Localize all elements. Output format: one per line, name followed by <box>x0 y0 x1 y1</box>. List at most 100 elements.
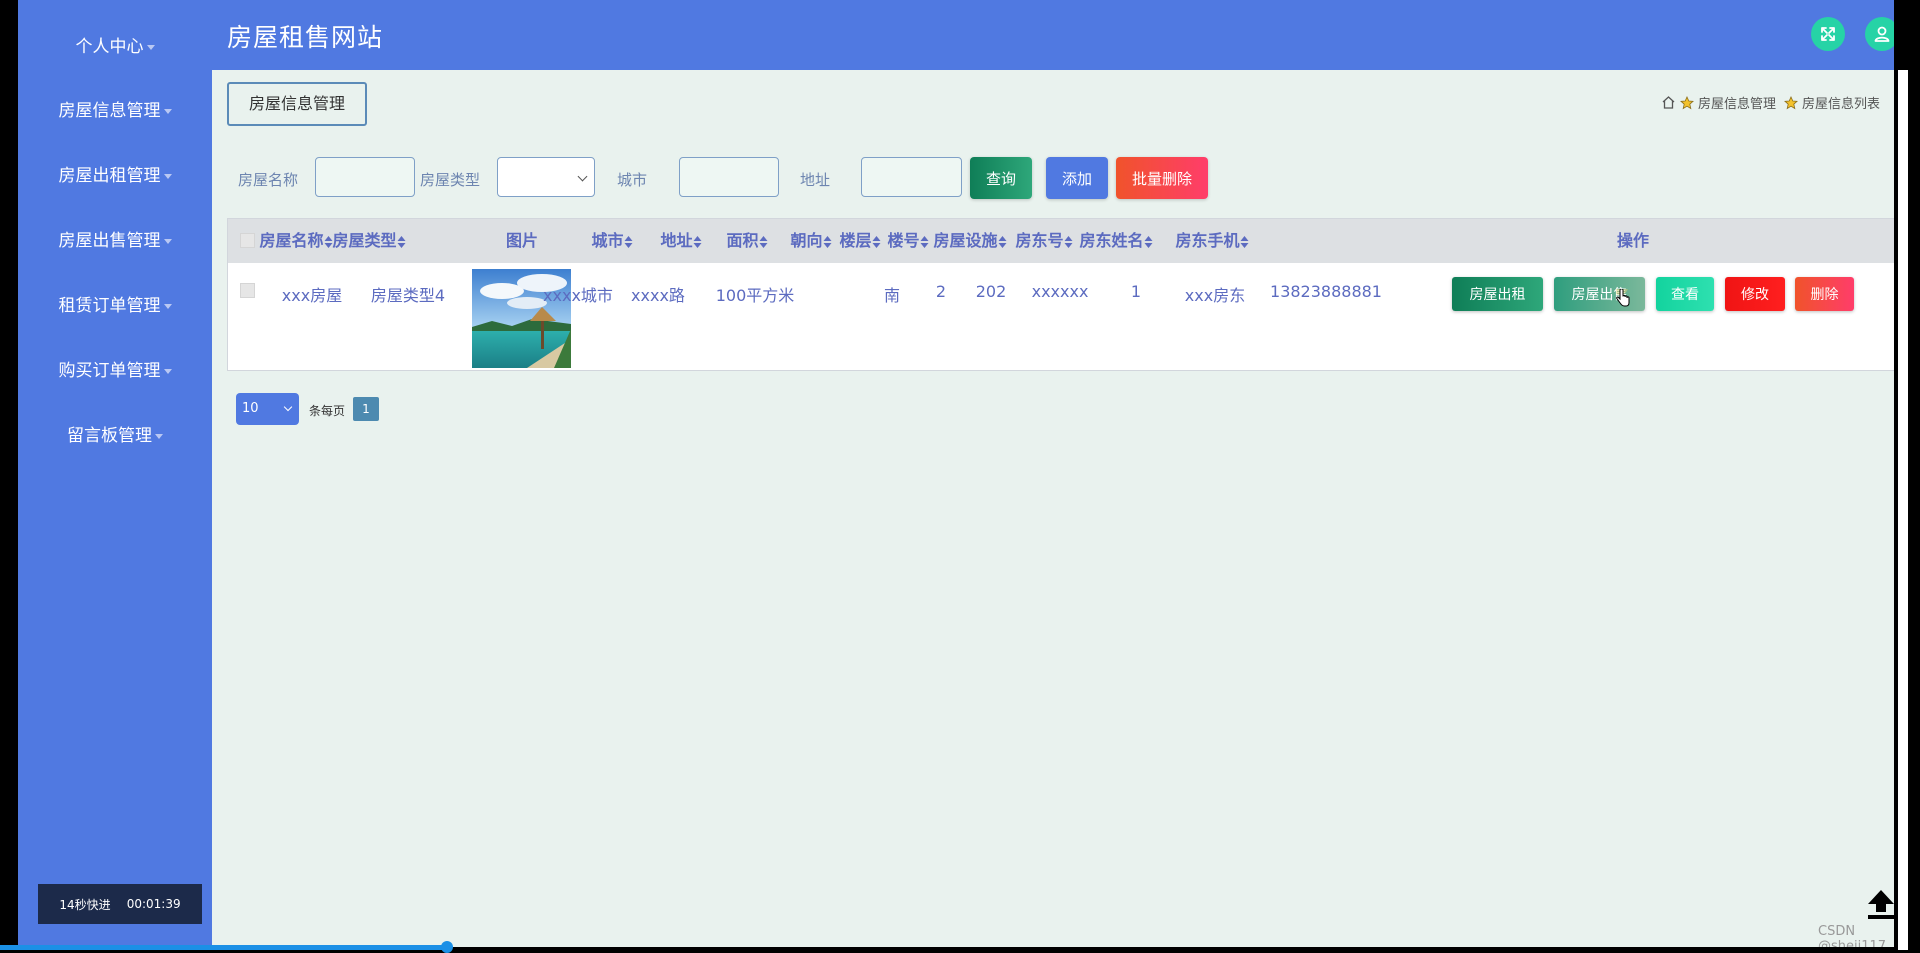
home-icon[interactable] <box>1661 95 1676 110</box>
sidebar-item-house-info[interactable]: 房屋信息管理 <box>18 91 212 131</box>
add-button[interactable]: 添加 <box>1046 157 1108 199</box>
house-name-label: 房屋名称 <box>238 171 299 189</box>
cell-orientation: 南 <box>883 286 901 305</box>
page-number-button[interactable]: 1 <box>353 397 379 421</box>
app-viewport: 个人中心 房屋信息管理 房屋出租管理 房屋出售管理 租赁订单管理 购买订单管理 … <box>18 0 1894 947</box>
cell-landlord-name: xxx房东 <box>1184 286 1246 305</box>
fullscreen-button[interactable] <box>1811 17 1845 51</box>
back-to-top-icon[interactable] <box>1866 888 1894 920</box>
chevron-down-icon <box>283 402 293 412</box>
watermark: CSDN @sheji117 <box>1818 924 1887 947</box>
user-icon <box>1874 26 1890 42</box>
house-type-select[interactable] <box>497 157 595 197</box>
sort-icon <box>872 235 881 248</box>
breadcrumb-item[interactable]: 房屋信息管理 <box>1698 93 1776 112</box>
view-button[interactable]: 查看 <box>1656 277 1714 311</box>
column-header-type[interactable]: 房屋类型 <box>332 219 406 263</box>
sort-icon <box>920 235 929 248</box>
video-progress-knob[interactable] <box>441 941 453 953</box>
sort-icon <box>693 235 702 248</box>
sort-icon <box>624 235 633 248</box>
video-speed-overlay: 14秒快进 00:01:39 <box>38 884 202 924</box>
top-header: 房屋租售网站 <box>212 0 1894 70</box>
cell-landlord-no: 1 <box>1130 282 1142 301</box>
house-type-label: 房屋类型 <box>420 171 481 189</box>
address-label: 地址 <box>800 171 831 189</box>
sidebar: 个人中心 房屋信息管理 房屋出租管理 房屋出售管理 租赁订单管理 购买订单管理 … <box>18 0 212 947</box>
caret-down-icon <box>163 108 172 114</box>
caret-down-icon <box>155 433 163 439</box>
sidebar-item-lease-orders[interactable]: 租赁订单管理 <box>18 286 212 326</box>
column-header-area[interactable]: 面积 <box>726 219 768 263</box>
cell-landlord-phone: 13823888881 <box>1270 282 1382 301</box>
house-name-input[interactable] <box>315 157 415 197</box>
column-header-actions: 操作 <box>1616 231 1650 250</box>
sidebar-item-label: 租赁订单管理 <box>58 296 161 316</box>
sidebar-item-label: 留言板管理 <box>67 426 152 446</box>
video-progress-bar[interactable] <box>0 945 447 950</box>
sort-icon <box>759 235 768 248</box>
expand-icon <box>1821 27 1835 41</box>
star-icon <box>1784 95 1798 109</box>
speed-text: 14秒快进 <box>59 897 111 912</box>
cell-floor: 2 <box>935 282 947 301</box>
sidebar-item-label: 房屋信息管理 <box>58 101 161 121</box>
breadcrumb-item: 房屋信息列表 <box>1801 97 1880 112</box>
column-header-building[interactable]: 楼号 <box>887 219 929 263</box>
sidebar-item-label: 房屋出售管理 <box>58 231 161 251</box>
cell-city: xxxx城市 <box>543 286 613 305</box>
city-input[interactable] <box>679 157 779 197</box>
sidebar-item-house-rent[interactable]: 房屋出租管理 <box>18 156 212 196</box>
cell-facilities: xxxxxx <box>1031 282 1089 301</box>
batch-delete-button[interactable]: 批量删除 <box>1116 157 1208 199</box>
delete-button[interactable]: 删除 <box>1795 277 1854 311</box>
scrollbar[interactable] <box>1898 70 1908 950</box>
address-input[interactable] <box>861 157 962 197</box>
column-header-landlord-no[interactable]: 房东号 <box>1015 219 1073 263</box>
page-size-select[interactable]: 10 <box>236 393 299 425</box>
edit-button[interactable]: 修改 <box>1725 277 1785 311</box>
query-button[interactable]: 查询 <box>970 157 1032 199</box>
page-tag[interactable]: 房屋信息管理 <box>227 82 367 126</box>
column-header-landlord-phone[interactable]: 房东手机 <box>1175 219 1249 263</box>
per-page-label: 条每页 <box>309 404 346 418</box>
hand-pointer-icon <box>1616 289 1630 307</box>
column-header-name[interactable]: 房屋名称 <box>259 219 333 263</box>
sidebar-item-label: 个人中心 <box>75 37 144 57</box>
cell-building: 202 <box>975 282 1007 301</box>
column-header-address[interactable]: 地址 <box>660 219 702 263</box>
sidebar-item-label: 购买订单管理 <box>58 361 161 381</box>
sidebar-item-house-sale[interactable]: 房屋出售管理 <box>18 221 212 261</box>
breadcrumb: 房屋信息管理 房屋信息列表 <box>1661 93 1880 112</box>
sell-button[interactable]: 房屋出售 <box>1554 277 1645 311</box>
column-header-city[interactable]: 城市 <box>591 219 633 263</box>
column-header-orientation[interactable]: 朝向 <box>790 219 832 263</box>
house-table: 房屋名称 房屋类型 图片 城市 地址 面积 朝向 楼层 楼号 房屋设施 房东号 … <box>227 218 1894 371</box>
column-header-landlord-name[interactable]: 房东姓名 <box>1079 219 1153 263</box>
chevron-down-icon <box>577 171 588 182</box>
video-time: 00:01:39 <box>126 897 181 911</box>
cell-type: 房屋类型4 <box>370 286 446 305</box>
sort-icon <box>998 235 1007 248</box>
caret-down-icon <box>163 303 172 309</box>
sidebar-item-message-board[interactable]: 留言板管理 <box>18 416 212 456</box>
sort-icon <box>1144 235 1153 248</box>
caret-down-icon <box>163 173 172 179</box>
sort-icon <box>397 235 406 248</box>
star-icon <box>1680 95 1694 109</box>
column-header-floor[interactable]: 楼层 <box>839 219 881 263</box>
sort-icon <box>324 235 333 248</box>
site-title: 房屋租售网站 <box>227 23 384 52</box>
column-header-image: 图片 <box>505 231 539 250</box>
sidebar-item-personal-center[interactable]: 个人中心 <box>18 27 212 67</box>
table-header: 房屋名称 房屋类型 图片 城市 地址 面积 朝向 楼层 楼号 房屋设施 房东号 … <box>228 219 1894 263</box>
select-all-checkbox[interactable] <box>240 233 255 248</box>
row-checkbox[interactable] <box>240 283 255 298</box>
city-label: 城市 <box>617 171 648 189</box>
sort-icon <box>1240 235 1249 248</box>
rent-button[interactable]: 房屋出租 <box>1452 277 1543 311</box>
cell-name: xxx房屋 <box>281 286 343 305</box>
sidebar-item-purchase-orders[interactable]: 购买订单管理 <box>18 351 212 391</box>
user-menu-button[interactable] <box>1865 17 1894 51</box>
column-header-facilities[interactable]: 房屋设施 <box>933 219 1007 263</box>
